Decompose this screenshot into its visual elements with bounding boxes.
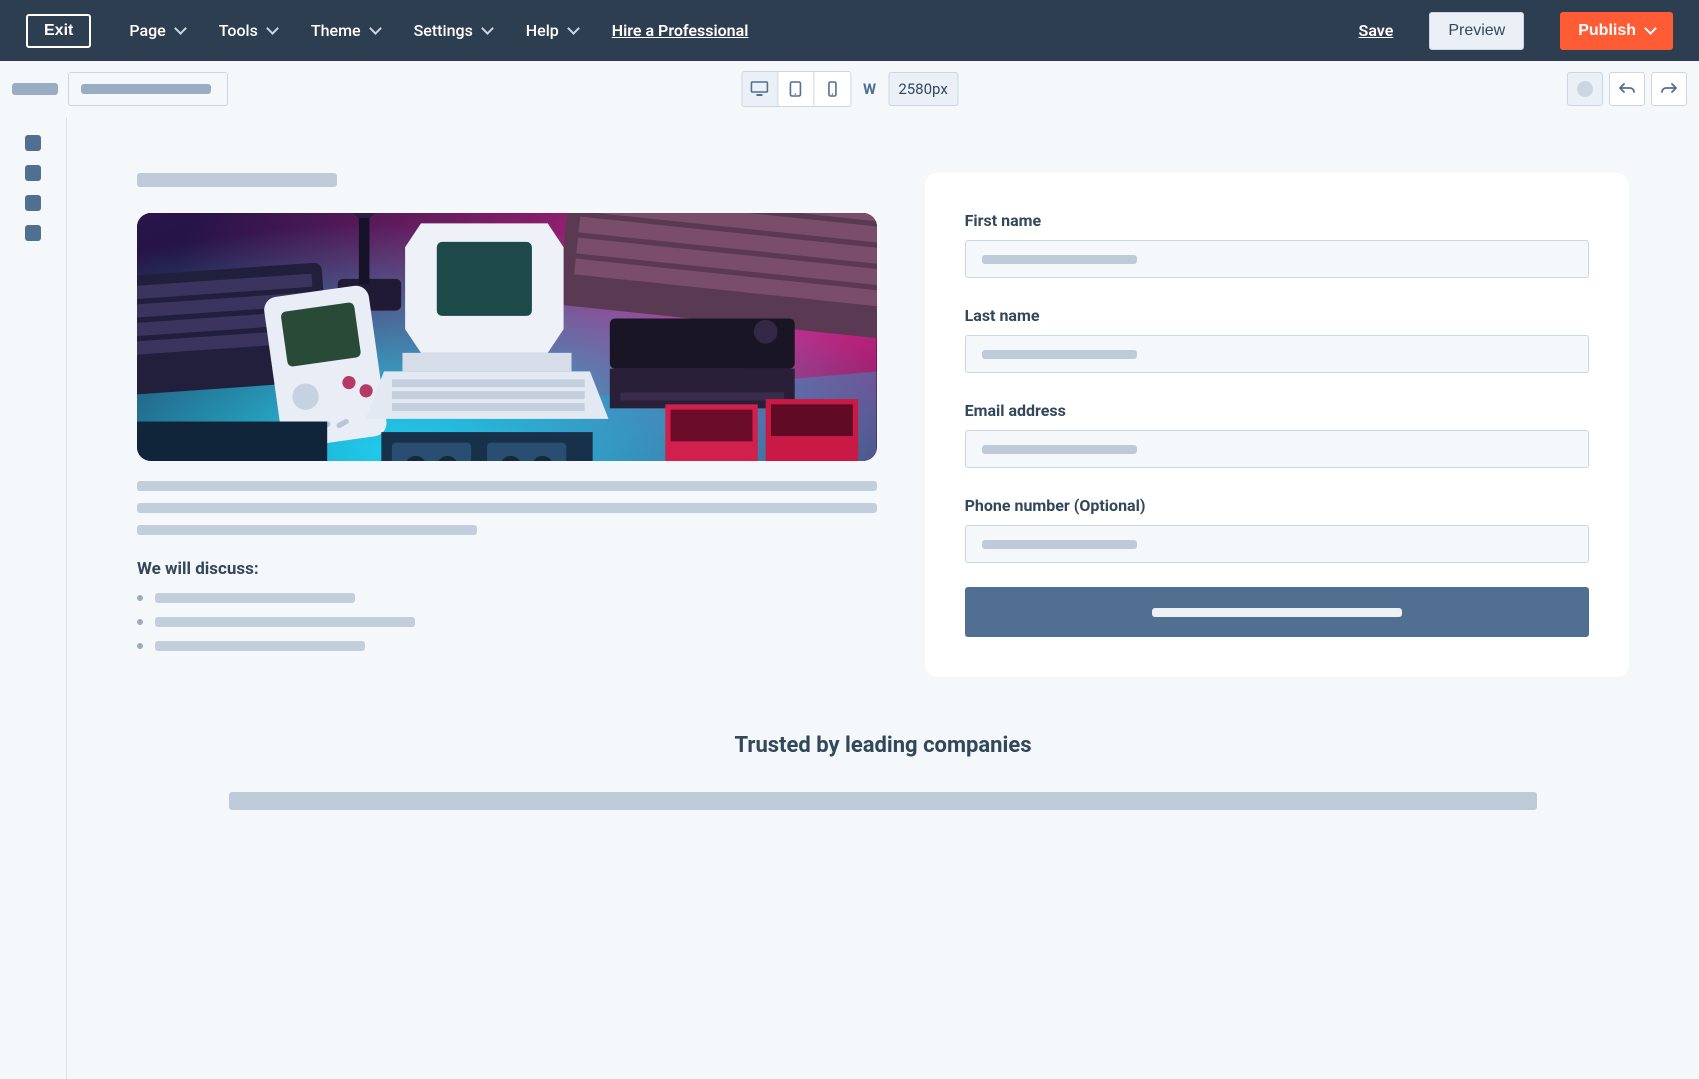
status-dot-icon xyxy=(1577,81,1593,97)
discuss-bullet xyxy=(137,593,877,603)
menu-theme[interactable]: Theme xyxy=(311,21,380,40)
device-mobile-button[interactable] xyxy=(814,72,850,106)
menu-tools[interactable]: Tools xyxy=(219,21,277,40)
lead-form-card: First name Last name Email address Phone… xyxy=(925,173,1629,677)
chevron-down-icon xyxy=(369,22,382,35)
chevron-down-icon xyxy=(174,22,187,35)
discuss-bullet xyxy=(137,617,877,627)
phone-field[interactable] xyxy=(965,525,1589,563)
last-name-label: Last name xyxy=(965,306,1589,325)
side-rail-item-2[interactable] xyxy=(25,165,41,181)
menu-page[interactable]: Page xyxy=(129,21,184,40)
page-title-input[interactable] xyxy=(68,72,228,106)
chevron-down-icon xyxy=(1644,22,1657,35)
menu-help-label: Help xyxy=(526,21,559,40)
undo-button[interactable] xyxy=(1609,72,1645,106)
form-submit-button[interactable] xyxy=(965,587,1589,637)
canvas-scroll-area[interactable]: We will discuss: First name Last name xyxy=(67,117,1699,1079)
device-toggle-group xyxy=(741,71,851,107)
status-indicator-button[interactable] xyxy=(1567,72,1603,106)
hero-image xyxy=(137,213,877,461)
menu-theme-label: Theme xyxy=(311,21,361,40)
desktop-icon xyxy=(750,81,768,97)
save-link[interactable]: Save xyxy=(1359,21,1394,40)
publish-button-label: Publish xyxy=(1578,22,1636,40)
canvas-width-input[interactable]: 2580px xyxy=(888,72,958,106)
hero-two-column: We will discuss: First name Last name xyxy=(137,173,1629,677)
menu-settings[interactable]: Settings xyxy=(414,21,492,40)
chevron-down-icon xyxy=(567,22,580,35)
hire-professional-link[interactable]: Hire a Professional xyxy=(612,21,749,40)
trusted-heading: Trusted by leading companies xyxy=(137,733,1629,758)
email-field[interactable] xyxy=(965,430,1589,468)
discuss-heading: We will discuss: xyxy=(137,559,877,579)
last-name-field[interactable] xyxy=(965,335,1589,373)
phone-label: Phone number (Optional) xyxy=(965,496,1589,515)
device-tablet-button[interactable] xyxy=(778,72,814,106)
mobile-icon xyxy=(826,81,838,97)
first-name-label: First name xyxy=(965,211,1589,230)
discuss-bullets xyxy=(137,593,877,651)
first-name-field[interactable] xyxy=(965,240,1589,278)
hero-left-column: We will discuss: xyxy=(137,173,877,677)
redo-button[interactable] xyxy=(1651,72,1687,106)
email-label: Email address xyxy=(965,401,1589,420)
device-desktop-button[interactable] xyxy=(742,72,778,106)
side-rail-item-4[interactable] xyxy=(25,225,41,241)
menu-help[interactable]: Help xyxy=(526,21,578,40)
exit-button[interactable]: Exit xyxy=(26,14,91,48)
menu-tools-label: Tools xyxy=(219,21,258,40)
publish-button[interactable]: Publish xyxy=(1560,12,1673,50)
redo-icon xyxy=(1661,82,1677,96)
paragraph-skeleton xyxy=(137,481,877,535)
side-rail-item-1[interactable] xyxy=(25,135,41,151)
side-rail xyxy=(0,117,67,1079)
hero-right-column: First name Last name Email address Phone… xyxy=(925,173,1629,677)
secondary-toolbar: W 2580px xyxy=(0,61,1699,117)
preview-button[interactable]: Preview xyxy=(1429,12,1524,50)
retro-computer-illustration xyxy=(137,213,877,461)
title-skeleton xyxy=(137,173,337,187)
discuss-bullet xyxy=(137,641,877,651)
workspace-tab-skeleton xyxy=(12,83,58,95)
workspace: We will discuss: First name Last name xyxy=(0,117,1699,1079)
chevron-down-icon xyxy=(266,22,279,35)
width-label: W xyxy=(863,80,876,98)
undo-icon xyxy=(1619,82,1635,96)
chevron-down-icon xyxy=(481,22,494,35)
company-logos-skeleton xyxy=(229,792,1537,810)
menu-settings-label: Settings xyxy=(414,21,473,40)
side-rail-item-3[interactable] xyxy=(25,195,41,211)
tablet-icon xyxy=(788,81,802,97)
menu-page-label: Page xyxy=(129,21,165,40)
menu-bar: Page Tools Theme Settings Help Hire a Pr… xyxy=(129,21,748,40)
page-canvas[interactable]: We will discuss: First name Last name xyxy=(67,117,1699,880)
top-nav: Exit Page Tools Theme Settings Help Hire… xyxy=(0,0,1699,61)
